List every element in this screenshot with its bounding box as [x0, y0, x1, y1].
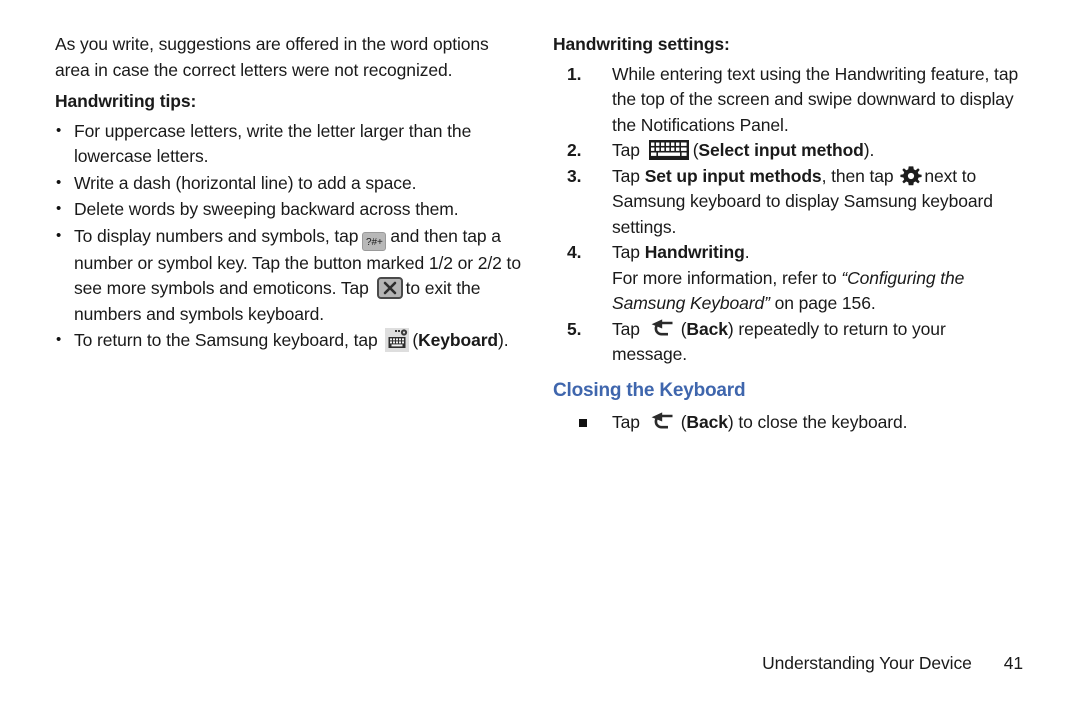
cross-reference-post: on page 156.: [774, 293, 876, 313]
step-4-bold: Handwriting: [644, 242, 745, 262]
right-column: Handwriting settings: 1. While entering …: [553, 32, 1023, 435]
list-item-step-4: 4. Tap Handwriting. For more information…: [553, 240, 1023, 317]
list-item-tip-return-keyboard: To return to the Samsung keyboard, tap: [55, 327, 525, 354]
list-item-step-3: 3. Tap Set up input methods, then tap ne…: [553, 164, 1023, 241]
list-item-tip-dash: Write a dash (horizontal line) to add a …: [55, 170, 525, 197]
list-item-step-2: 2. Tap (Select input method).: [553, 138, 1023, 164]
step-5-bold: Back: [686, 318, 728, 339]
back-arrow-icon: [649, 411, 677, 432]
handwriting-settings-steps: 1. While entering text using the Handwri…: [553, 62, 1023, 368]
back-arrow-icon: [649, 318, 677, 339]
footer-section-title: Understanding Your Device: [762, 653, 972, 673]
document-page: As you write, suggestions are offered in…: [0, 0, 1080, 720]
page-footer: Understanding Your Device 41: [0, 653, 1023, 674]
step-3-bold: Set up input methods: [644, 165, 822, 186]
step-2-post: ).: [863, 140, 875, 160]
closing-bullet-bold: Back: [686, 411, 728, 432]
step-1-text: While entering text using the Handwritin…: [612, 63, 1019, 135]
close-key-icon: [376, 277, 403, 299]
step-5-number: 5.: [567, 318, 582, 339]
tip-numbers-part1: To display numbers and symbols, tap: [74, 225, 359, 246]
step-3-mid: , then tap: [821, 165, 894, 186]
list-item-closing-bullet: Tap (Back) to close the keyboard.: [579, 410, 1023, 436]
list-item-tip-numbers-symbols: To display numbers and symbols, tap?#+an…: [55, 223, 525, 328]
step-4-pre: Tap: [612, 242, 640, 262]
step-4-cross-reference: For more information, refer to “Configur…: [612, 266, 1023, 317]
list-item-step-1: 1. While entering text using the Handwri…: [553, 62, 1023, 139]
step-2-number: 2.: [567, 140, 582, 160]
handwriting-settings-heading: Handwriting settings:: [553, 34, 730, 54]
symbols-key-icon: ?#+: [362, 231, 387, 251]
closing-bullet-pre: Tap: [612, 411, 640, 432]
step-2-bold: Select input method: [698, 140, 864, 160]
gear-icon: [900, 165, 922, 187]
step-4-post: .: [744, 242, 750, 262]
keyboard-settings-icon: [385, 328, 410, 352]
list-item-tip-delete: Delete words by sweeping backward across…: [55, 196, 525, 223]
tip-return-part1: To return to the Samsung keyboard, tap: [74, 330, 378, 350]
list-item-step-5: 5. Tap (Back) repeatedly to return to yo…: [553, 317, 1023, 368]
list-item-tip-uppercase: For uppercase letters, write the letter …: [55, 118, 525, 170]
footer-page-number: 41: [1003, 653, 1023, 673]
closing-bullet-post: ) to close the keyboard.: [727, 411, 908, 432]
tip-uppercase-text: For uppercase letters, write the letter …: [74, 120, 472, 167]
handwriting-tips-heading: Handwriting tips:: [55, 91, 197, 111]
tip-return-bold: Keyboard: [418, 330, 499, 350]
step-3-number: 3.: [567, 165, 582, 186]
tip-delete-text: Delete words by sweeping backward across…: [74, 199, 459, 219]
step-1-number: 1.: [567, 63, 582, 84]
step-4-number: 4.: [567, 242, 582, 262]
step-2-pre: Tap: [612, 140, 640, 160]
left-column: As you write, suggestions are offered in…: [55, 32, 525, 355]
closing-the-keyboard-heading: Closing the Keyboard: [553, 379, 746, 401]
closing-keyboard-list: Tap (Back) to close the keyboard.: [553, 410, 1023, 436]
tip-return-part3: ).: [498, 330, 509, 350]
step-3-pre: Tap: [612, 165, 640, 186]
step-5-pre: Tap: [612, 318, 640, 339]
tip-dash-text: Write a dash (horizontal line) to add a …: [74, 172, 417, 193]
handwriting-tips-list: For uppercase letters, write the letter …: [55, 118, 525, 354]
cross-reference-pre: For more information, refer to: [612, 267, 837, 288]
intro-paragraph: As you write, suggestions are offered in…: [55, 34, 489, 80]
select-input-method-keyboard-icon: [648, 139, 689, 161]
